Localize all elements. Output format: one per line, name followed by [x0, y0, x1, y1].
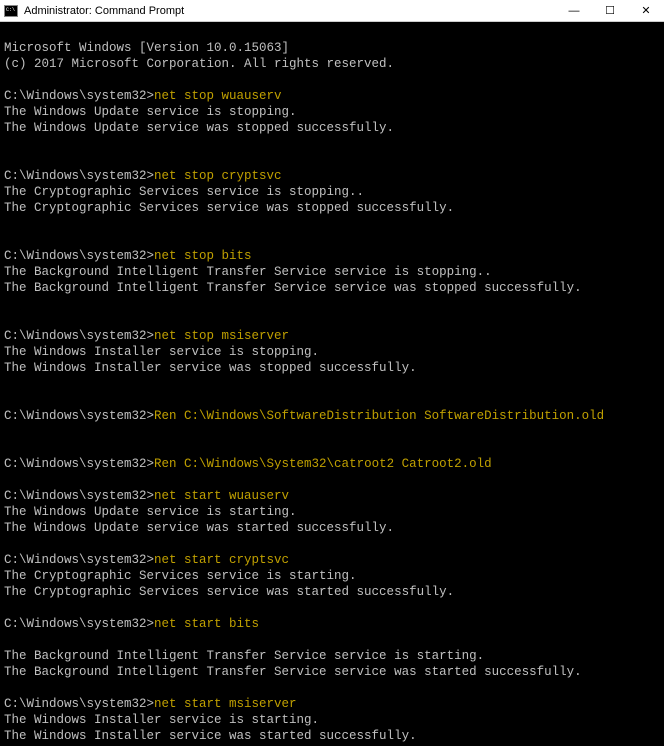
prompt: C:\Windows\system32> [4, 249, 154, 263]
output-line: The Cryptographic Services service is st… [4, 185, 364, 199]
output-line: The Windows Update service was started s… [4, 521, 394, 535]
command: net start bits [154, 617, 259, 631]
output-line: The Windows Installer service was stoppe… [4, 361, 417, 375]
output-line: The Windows Installer service was starte… [4, 729, 417, 743]
titlebar[interactable]: Administrator: Command Prompt ― ☐ ✕ [0, 0, 664, 22]
prompt: C:\Windows\system32> [4, 169, 154, 183]
output-line: The Background Intelligent Transfer Serv… [4, 649, 484, 663]
output-line: The Cryptographic Services service was s… [4, 585, 454, 599]
minimize-button[interactable]: ― [556, 0, 592, 21]
command: Ren C:\Windows\System32\catroot2 Catroot… [154, 457, 492, 471]
terminal-output[interactable]: Microsoft Windows [Version 10.0.15063] (… [0, 22, 664, 746]
cmd-icon [4, 5, 18, 17]
prompt: C:\Windows\system32> [4, 409, 154, 423]
output-line: The Windows Update service is stopping. [4, 105, 297, 119]
output-line: The Windows Installer service is startin… [4, 713, 319, 727]
command: net stop wuauserv [154, 89, 282, 103]
command: net stop msiserver [154, 329, 289, 343]
close-button[interactable]: ✕ [628, 0, 664, 21]
maximize-button[interactable]: ☐ [592, 0, 628, 21]
prompt: C:\Windows\system32> [4, 329, 154, 343]
output-line: The Background Intelligent Transfer Serv… [4, 665, 582, 679]
command: net start msiserver [154, 697, 297, 711]
command: net stop cryptsvc [154, 169, 282, 183]
prompt: C:\Windows\system32> [4, 697, 154, 711]
command: net start wuauserv [154, 489, 289, 503]
prompt: C:\Windows\system32> [4, 489, 154, 503]
window-title: Administrator: Command Prompt [24, 5, 556, 17]
banner-line: Microsoft Windows [Version 10.0.15063] [4, 41, 289, 55]
prompt: C:\Windows\system32> [4, 553, 154, 567]
prompt: C:\Windows\system32> [4, 457, 154, 471]
output-line: The Cryptographic Services service is st… [4, 569, 357, 583]
banner-line: (c) 2017 Microsoft Corporation. All righ… [4, 57, 394, 71]
prompt: C:\Windows\system32> [4, 617, 154, 631]
output-line: The Cryptographic Services service was s… [4, 201, 454, 215]
command: Ren C:\Windows\SoftwareDistribution Soft… [154, 409, 604, 423]
command: net start cryptsvc [154, 553, 289, 567]
output-line: The Windows Update service was stopped s… [4, 121, 394, 135]
output-line: The Background Intelligent Transfer Serv… [4, 281, 582, 295]
output-line: The Windows Update service is starting. [4, 505, 297, 519]
prompt: C:\Windows\system32> [4, 89, 154, 103]
output-line: The Windows Installer service is stoppin… [4, 345, 319, 359]
output-line: The Background Intelligent Transfer Serv… [4, 265, 492, 279]
window-controls: ― ☐ ✕ [556, 0, 664, 21]
command: net stop bits [154, 249, 252, 263]
